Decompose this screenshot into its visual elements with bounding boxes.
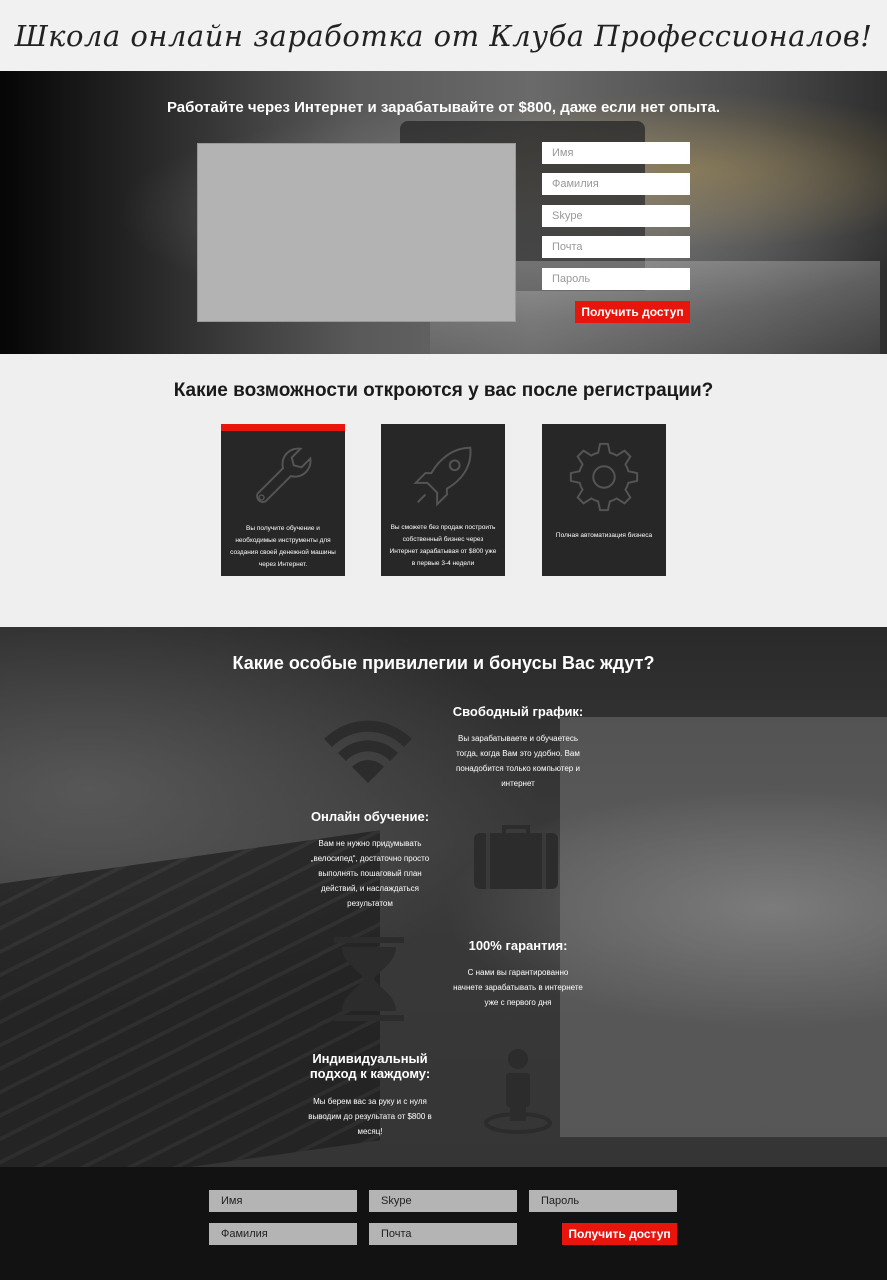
feature-card-automation[interactable]: Полная автоматизация бизнеса <box>542 424 666 576</box>
footer-get-access-button[interactable]: Получить доступ <box>562 1223 677 1245</box>
last-name-input[interactable] <box>542 173 690 195</box>
features-heading: Какие возможности откроются у вас после … <box>173 380 714 401</box>
feature-card-training[interactable]: Вы получите обучение и необходимые инстр… <box>221 424 345 576</box>
site-title: Школа онлайн заработка от Клуба Професси… <box>0 0 887 71</box>
feature-card-text: Полная автоматизация бизнеса <box>555 532 653 539</box>
background-notebook <box>560 717 887 1137</box>
bonus-title-schedule: Свободный график: <box>452 704 584 719</box>
get-access-button[interactable]: Получить доступ <box>575 301 690 323</box>
first-name-input[interactable] <box>542 142 690 164</box>
wifi-icon <box>324 720 412 783</box>
hero-heading: Работайте через Интернет и зарабатывайте… <box>166 99 721 116</box>
bonuses-section: Какие особые привилегии и бонусы Вас жду… <box>0 627 887 1167</box>
password-input[interactable] <box>542 268 690 290</box>
video-player[interactable] <box>197 143 516 322</box>
email-input[interactable] <box>542 236 690 258</box>
gear-icon <box>569 442 639 512</box>
bonuses-heading: Какие особые привилегии и бонусы Вас жду… <box>232 653 655 673</box>
footer-last-name-input[interactable] <box>209 1223 357 1245</box>
footer-password-input[interactable] <box>529 1190 677 1212</box>
bonus-text-online: Вам не нужно придумывать „велосипед“, до… <box>310 839 430 908</box>
skype-input[interactable] <box>542 205 690 227</box>
footer-first-name-input[interactable] <box>209 1190 357 1212</box>
bonus-title-individual: Индивидуальный подход к каждому: <box>309 1051 431 1081</box>
wrench-icon <box>256 447 312 503</box>
bonus-title-online: Онлайн обучение: <box>310 809 430 824</box>
briefcase-icon <box>474 825 558 889</box>
bonus-title-guarantee: 100% гарантия: <box>468 938 568 953</box>
footer-skype-input[interactable] <box>369 1190 517 1212</box>
footer-signup-form: Получить доступ <box>0 1167 887 1280</box>
footer-email-input[interactable] <box>369 1223 517 1245</box>
features-section: Какие возможности откроются у вас после … <box>0 354 887 627</box>
hourglass-icon <box>334 937 404 1021</box>
person-icon <box>484 1049 552 1134</box>
feature-card-text: Вы получите обучение и необходимые инстр… <box>230 525 336 568</box>
bonus-text-guarantee: С нами вы гарантированно начнете зарабат… <box>453 968 583 1007</box>
feature-card-business[interactable]: Вы сможете без продаж построить собствен… <box>381 424 505 576</box>
bonus-text-individual: Мы берем вас за руку и с нуля выводим до… <box>308 1097 432 1136</box>
hero-section: Работайте через Интернет и зарабатывайте… <box>0 71 887 354</box>
feature-card-text: Вы сможете без продаж построить собствен… <box>389 524 497 567</box>
bonus-text-schedule: Вы зарабатываете и обучаетесь тогда, ког… <box>456 734 580 788</box>
rocket-icon <box>413 446 472 507</box>
